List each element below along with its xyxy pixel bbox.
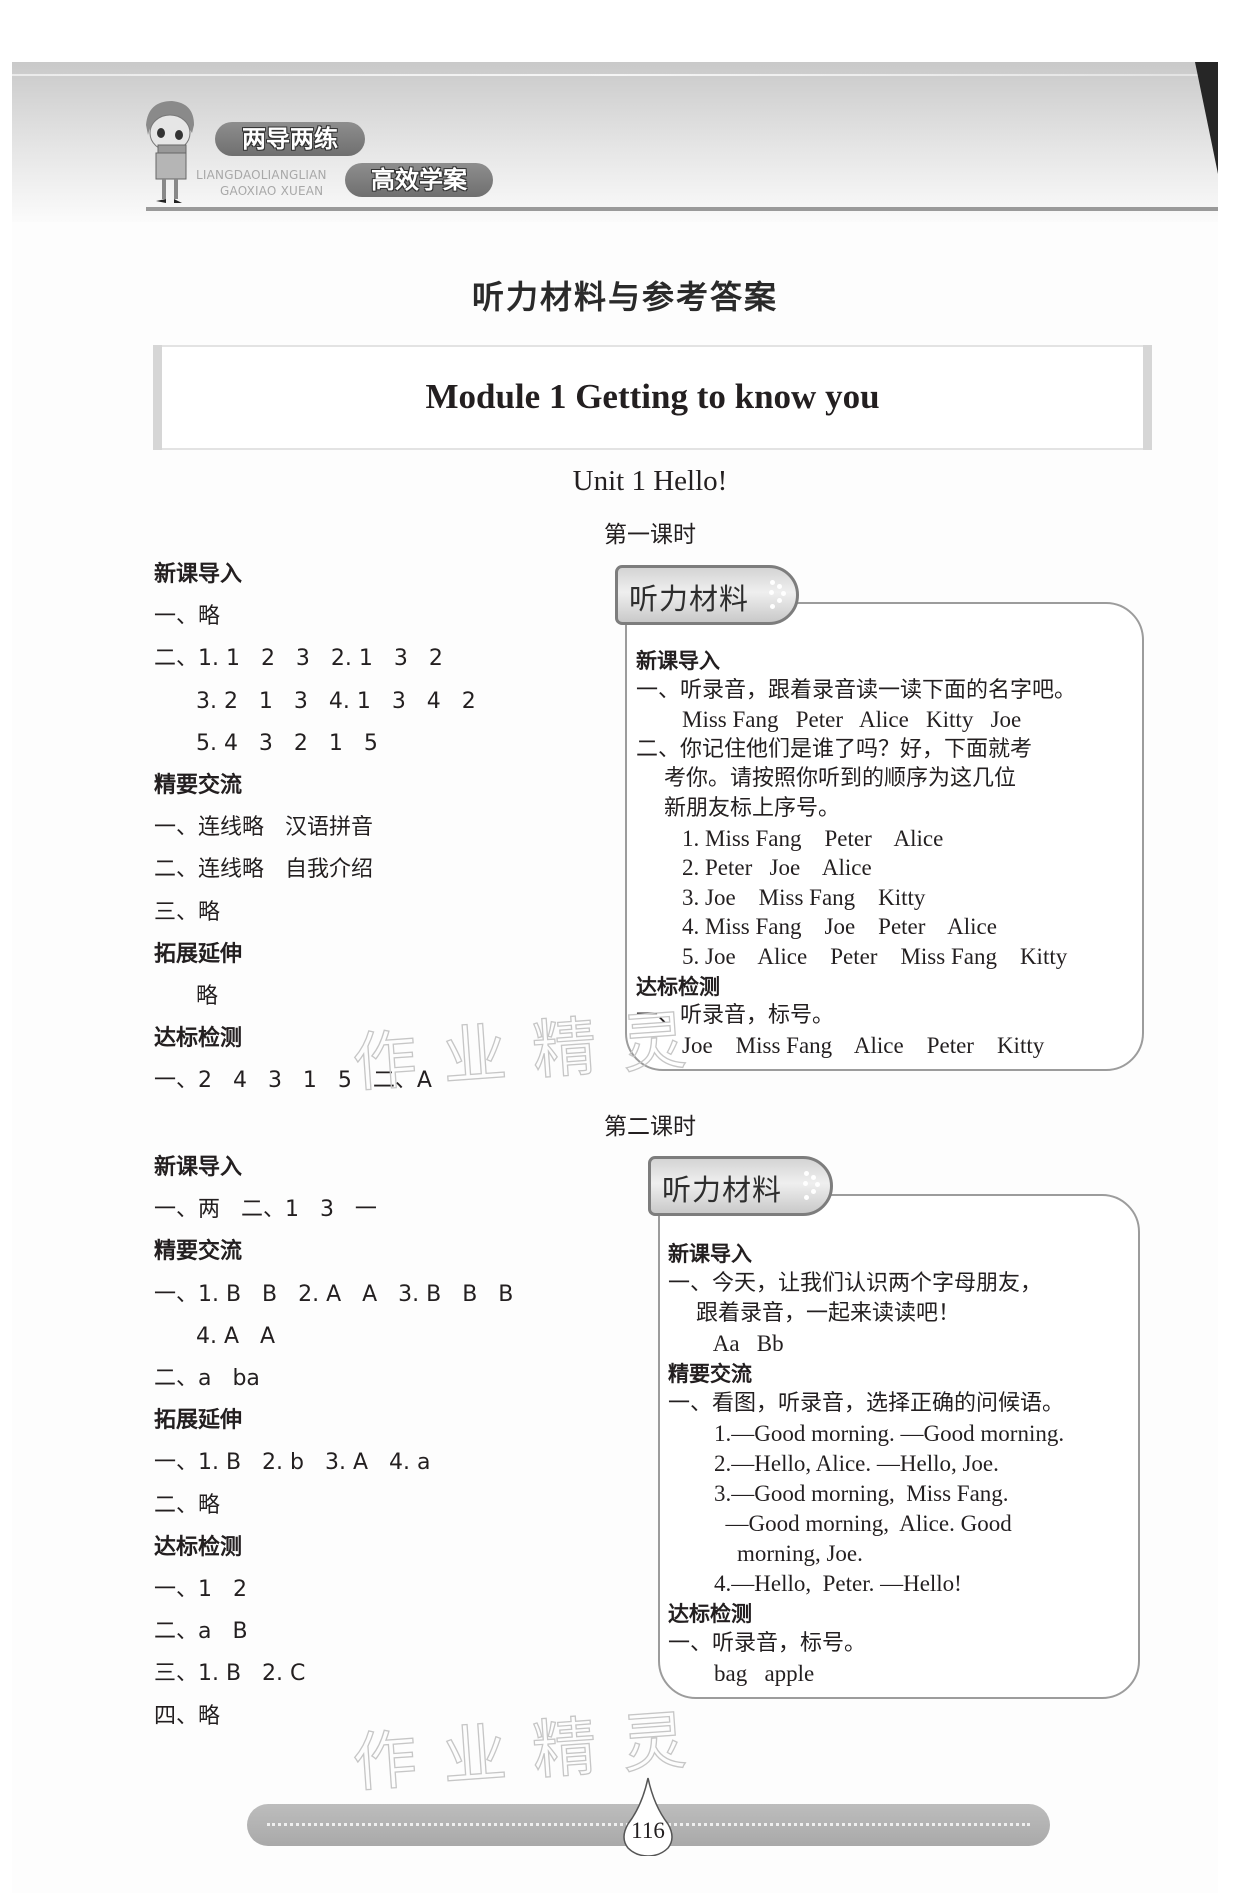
text-line: 3. Joe Miss Fang Kitty [636, 884, 926, 910]
page-number: 116 [631, 1818, 665, 1843]
brand-pinyin-line-2: GAOXIAO XUEAN [220, 184, 324, 198]
text-line: 1. Miss Fang Peter Alice [636, 825, 944, 851]
text-line: 三、略 [154, 899, 221, 925]
text-line: 5. 4 3 2 1 5 [154, 730, 378, 756]
lesson-2-title: 第二课时 [604, 1114, 696, 1140]
document-title: 听力材料与参考答案 [471, 278, 778, 316]
text-line: 4. Miss Fang Joe Peter Alice [636, 914, 997, 940]
section-heading: 精要交流 [154, 773, 243, 798]
section-heading: 新课导入 [668, 1242, 752, 1266]
text-line: 二、你记住他们是谁了吗？好，下面就考 [636, 736, 1033, 762]
text-line: 一、1 2 [154, 1577, 247, 1602]
text-line: 二、1. 1 2 3 2. 1 3 2 [154, 646, 443, 672]
mascot-girl-icon [146, 101, 194, 203]
tab-label: 听力材料 [629, 582, 750, 616]
text-line: 一、听录音，跟着录音读一读下面的名字吧。 [636, 677, 1077, 703]
brand-title-pill: 两导两练 [215, 122, 365, 156]
header-highlight-line [12, 74, 1218, 76]
text-line: —Good morning, Alice. Good [668, 1511, 1012, 1536]
text-line: 3. 2 1 3 4. 1 3 4 2 [154, 688, 476, 714]
text-line: 3.—Good morning, Miss Fang. [668, 1481, 1009, 1506]
text-line: 新朋友标上序号。 [636, 796, 840, 821]
module-title: Module 1 Getting to know you [425, 377, 880, 416]
section-heading: 达标检测 [668, 1602, 752, 1626]
text-line: 四、略 [154, 1703, 221, 1729]
section-heading: 拓展延伸 [154, 1408, 243, 1434]
text-line: 二、a ba [154, 1366, 260, 1391]
section-heading: 达标检测 [154, 1026, 243, 1052]
text-line: 一、1. B 2. b 3. A 4. a [154, 1450, 431, 1476]
page-number-drop-icon [623, 1777, 673, 1856]
text-line: 一、看图，听录音，选择正确的问候语。 [668, 1391, 1065, 1416]
section-heading: 精要交流 [668, 1362, 752, 1386]
module-banner: Module 1 Getting to know you [153, 345, 1152, 450]
tab-label: 听力材料 [662, 1173, 783, 1207]
text-line: 略 [154, 984, 218, 1009]
brand-pinyin-line-1: LIANGDAOLIANGLIAN [196, 168, 327, 182]
text-line: 一、1. B B 2. A A 3. B B B [154, 1281, 514, 1307]
listening-material-tab-1: 听力材料 [615, 565, 799, 625]
text-line: 一、连线略 汉语拼音 [154, 815, 373, 841]
text-line: 三、1. B 2. C [154, 1661, 306, 1687]
text-line: 考你。请按照你听到的顺序为这几位 [636, 766, 1016, 792]
dots-decoration-icon [766, 580, 788, 612]
text-line: 一、略 [154, 604, 221, 630]
unit-title: Unit 1 Hello! [572, 465, 728, 497]
text-line: 2. Peter Joe Alice [636, 855, 872, 881]
text-line: 二、连线略 自我介绍 [154, 857, 373, 883]
text-line: 5. Joe Alice Peter Miss Fang Kitty [636, 944, 1068, 969]
text-line: morning, Joe. [668, 1541, 863, 1566]
text-line: 二、a B [154, 1619, 248, 1645]
dots-decoration-icon [800, 1171, 822, 1203]
listening-material-tab-2: 听力材料 [648, 1156, 833, 1216]
text-line: 一、今天，让我们认识两个字母朋友， [668, 1271, 1043, 1296]
header-underline [146, 207, 1218, 211]
section-heading: 新课导入 [636, 649, 720, 673]
text-line: bag apple [668, 1661, 815, 1686]
text-line: 1.—Good morning. —Good morning. [668, 1421, 1065, 1446]
section-heading: 新课导入 [154, 1155, 243, 1180]
text-line: 4. A A [154, 1323, 276, 1349]
text-line: Miss Fang Peter Alice Kitty Joe [636, 707, 1022, 733]
text-line: 二、略 [154, 1492, 221, 1518]
text-line: Aa Bb [668, 1331, 784, 1356]
text-line: 一、听录音，标号。 [668, 1631, 867, 1656]
text-line: 2.—Hello, Alice. —Hello, Joe. [668, 1451, 999, 1476]
section-heading: 精要交流 [154, 1239, 243, 1265]
lesson-1-title: 第一课时 [604, 522, 696, 548]
text-line: 4.—Hello, Peter. —Hello! [668, 1571, 962, 1596]
section-heading: 拓展延伸 [154, 941, 243, 967]
section-heading: 新课导入 [154, 562, 243, 587]
page-corner-shadow [1195, 62, 1218, 174]
text-line: 一、两 二、1 3 一 [154, 1197, 377, 1223]
brand-subtitle-pill: 高效学案 [345, 163, 493, 197]
text-line: 跟着录音，一起来读读吧！ [668, 1301, 960, 1326]
section-heading: 达标检测 [154, 1534, 243, 1560]
